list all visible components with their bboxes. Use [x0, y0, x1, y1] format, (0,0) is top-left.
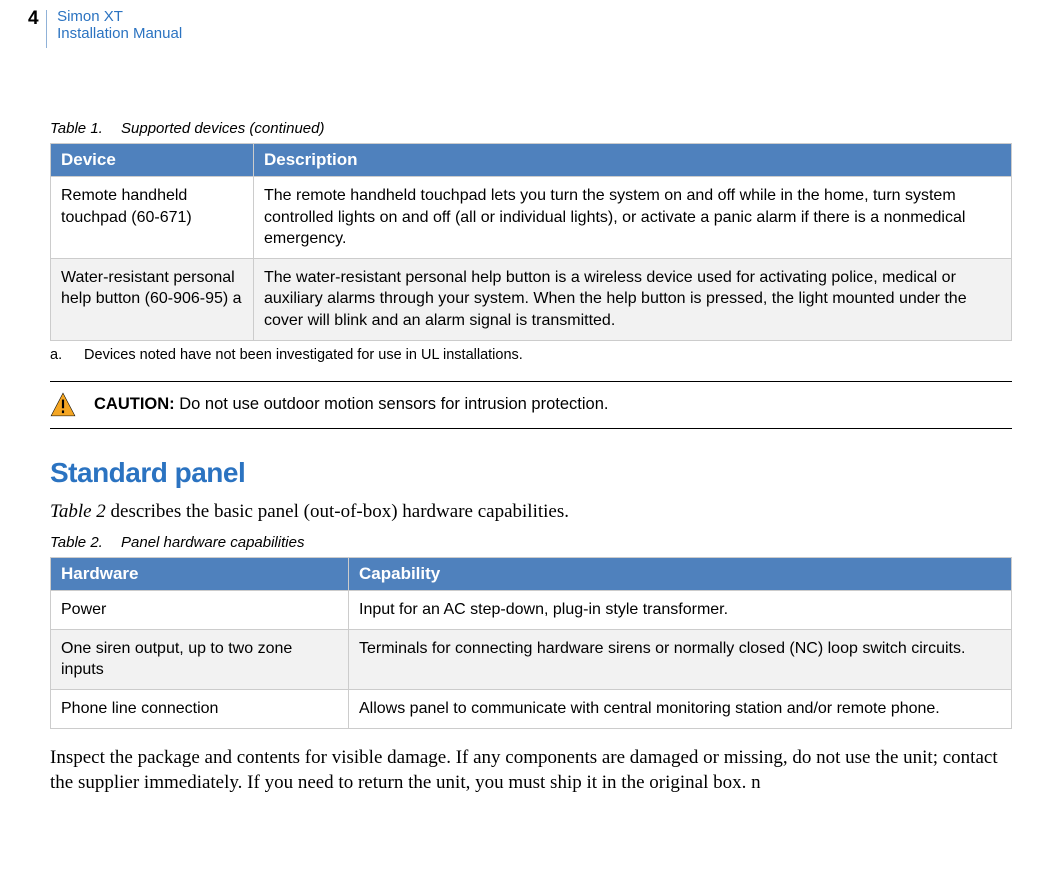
caution-label: CAUTION: — [94, 395, 175, 413]
table2-cell-hardware: Phone line connection — [51, 689, 349, 728]
footnote-mark: a. — [50, 347, 80, 363]
table2-caption-num: Table 2. — [50, 534, 117, 551]
page-number: 4 — [28, 4, 38, 30]
table2-reference: Table 2 — [50, 501, 106, 522]
table2-cell-capability: Terminals for connecting hardware sirens… — [349, 629, 1012, 689]
section-heading: Standard panel — [50, 457, 1012, 489]
table2-header-capability: Capability — [349, 558, 1012, 591]
table1-cell-device: Water-resistant personal help button (60… — [51, 258, 254, 340]
footnote-text: Devices noted have not been investigated… — [84, 347, 523, 363]
page-header: 4 Simon XT Installation Manual — [28, 0, 1034, 48]
table1-footnote: a. Devices noted have not been investiga… — [50, 347, 1012, 363]
doc-subtitle: Installation Manual — [57, 25, 182, 42]
table1-header-device: Device — [51, 144, 254, 177]
table1-caption-num: Table 1. — [50, 120, 117, 137]
table1-caption-title: Supported devices (continued) — [121, 120, 324, 137]
table1-cell-description: The remote handheld touchpad lets you tu… — [254, 177, 1012, 259]
header-titles: Simon XT Installation Manual — [57, 4, 182, 43]
table2-header-hardware: Hardware — [51, 558, 349, 591]
table1-cell-description: The water-resistant personal help button… — [254, 258, 1012, 340]
caution-icon — [50, 392, 76, 418]
table-row: Water-resistant personal help button (60… — [51, 258, 1012, 340]
caution-box: CAUTION: Do not use outdoor motion senso… — [50, 382, 1012, 429]
intro-paragraph: Table 2 describes the basic panel (out-o… — [50, 499, 1012, 525]
table1-header-description: Description — [254, 144, 1012, 177]
header-divider — [46, 10, 47, 48]
table2-cell-hardware: Power — [51, 591, 349, 630]
table1-header-row: Device Description — [51, 144, 1012, 177]
table2-cell-hardware: One siren output, up to two zone inputs — [51, 629, 349, 689]
table-row: Phone line connection Allows panel to co… — [51, 689, 1012, 728]
caution-text: CAUTION: Do not use outdoor motion senso… — [94, 395, 608, 414]
table-row: Power Input for an AC step-down, plug-in… — [51, 591, 1012, 630]
table1: Device Description Remote handheld touch… — [50, 143, 1012, 341]
table2-caption-title: Panel hardware capabilities — [121, 534, 304, 551]
trailing-paragraph: Inspect the package and contents for vis… — [50, 745, 1012, 796]
table1-caption: Table 1. Supported devices (continued) — [50, 120, 1012, 137]
caution-body: Do not use outdoor motion sensors for in… — [175, 395, 609, 413]
doc-title: Simon XT — [57, 8, 182, 25]
table2-caption: Table 2. Panel hardware capabilities — [50, 534, 1012, 551]
page: 4 Simon XT Installation Manual Table 1. … — [0, 0, 1062, 881]
table1-cell-device: Remote handheld touchpad (60-671) — [51, 177, 254, 259]
table2-cell-capability: Allows panel to communicate with central… — [349, 689, 1012, 728]
table2: Hardware Capability Power Input for an A… — [50, 557, 1012, 728]
table-row: Remote handheld touchpad (60-671) The re… — [51, 177, 1012, 259]
table2-header-row: Hardware Capability — [51, 558, 1012, 591]
content-area: Table 1. Supported devices (continued) D… — [28, 48, 1034, 796]
intro-paragraph-tail: describes the basic panel (out-of-box) h… — [106, 501, 569, 522]
table2-cell-capability: Input for an AC step-down, plug-in style… — [349, 591, 1012, 630]
table-row: One siren output, up to two zone inputs … — [51, 629, 1012, 689]
